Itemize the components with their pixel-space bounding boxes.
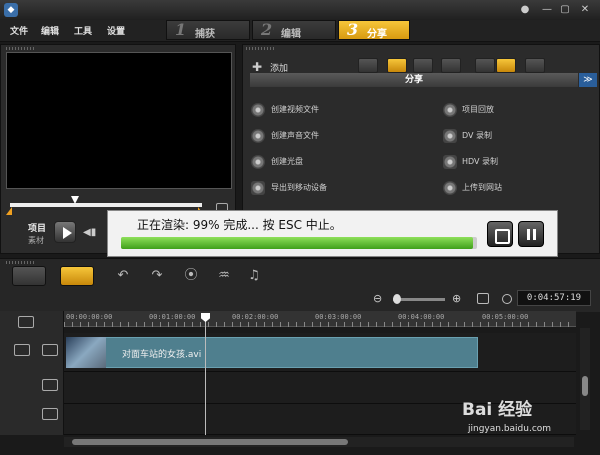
clip-mode-label[interactable]: 素材 xyxy=(28,235,44,246)
disc-icon xyxy=(251,155,265,169)
create-video-file[interactable]: 创建视频文件 xyxy=(271,104,319,115)
menu-edit[interactable]: 编辑 xyxy=(41,24,59,37)
tab-capture-label: 捕获 xyxy=(195,29,215,40)
dv-record[interactable]: DV 录制 xyxy=(462,130,492,141)
clip-thumbnail xyxy=(66,337,106,368)
create-disc[interactable]: 创建光盘 xyxy=(271,156,303,167)
minimize-icon[interactable]: — xyxy=(540,4,554,16)
title-bar xyxy=(0,0,600,20)
image-filter-button[interactable] xyxy=(413,58,433,73)
undo-icon[interactable]: ↶ xyxy=(114,268,132,284)
hdv-record[interactable]: HDV 录制 xyxy=(462,156,498,167)
close-icon[interactable]: ✕ xyxy=(578,4,592,16)
globe-icon xyxy=(443,181,457,195)
step-number: 2 xyxy=(261,20,273,39)
vertical-scroll-thumb[interactable] xyxy=(582,376,588,396)
scrubber-track[interactable] xyxy=(10,203,202,207)
thumbnail-view-button[interactable] xyxy=(496,58,516,73)
project-duration: 0:04:57:19 xyxy=(517,290,591,306)
tab-edit[interactable]: 2 编辑 xyxy=(252,20,336,40)
folder-button[interactable] xyxy=(358,58,378,73)
audio-disc-icon xyxy=(251,129,265,143)
tab-share[interactable]: 3 分享 xyxy=(338,20,410,40)
ruler-label: 00:05:00:00 xyxy=(482,313,529,321)
render-status-text: 正在渲染: 99% 完成... 按 ESC 中止。 xyxy=(137,218,342,232)
mobile-device-icon xyxy=(251,181,265,195)
zoom-slider-handle[interactable] xyxy=(393,294,401,304)
clip-filename: 对面车站的女孩.avi xyxy=(122,350,202,360)
clock-icon xyxy=(502,294,512,304)
panel-grip[interactable] xyxy=(6,47,36,50)
project-mode-label[interactable]: 项目 xyxy=(28,221,46,234)
panel-grip[interactable] xyxy=(6,261,36,264)
film-reel-icon xyxy=(251,103,265,117)
video-track-toggle-icon[interactable] xyxy=(42,344,58,356)
menu-settings[interactable]: 设置 xyxy=(107,24,125,37)
timeline-view-button[interactable] xyxy=(60,266,94,286)
ruler-label: 00:04:00:00 xyxy=(398,313,445,321)
tab-capture[interactable]: 1 捕获 xyxy=(166,20,250,40)
redo-icon[interactable]: ↷ xyxy=(148,268,166,284)
playback-icon xyxy=(443,103,457,117)
list-view-button[interactable] xyxy=(475,58,495,73)
overlay-track-icon[interactable] xyxy=(42,379,58,391)
menu-file[interactable]: 文件 xyxy=(10,24,28,37)
share-header: 分享 xyxy=(250,73,578,87)
pause-button[interactable] xyxy=(518,221,544,247)
zoom-in-icon[interactable]: ⊕ xyxy=(452,292,461,305)
maximize-icon[interactable]: ▢ xyxy=(558,4,572,16)
horizontal-scroll-thumb[interactable] xyxy=(72,439,348,445)
watermark-url: jingyan.baidu.com xyxy=(468,424,552,434)
hdv-camera-icon xyxy=(443,155,457,169)
project-playback[interactable]: 项目回放 xyxy=(462,104,494,115)
fit-project-icon[interactable] xyxy=(477,293,489,304)
play-button[interactable] xyxy=(54,221,76,243)
title-track-icon[interactable] xyxy=(42,408,58,420)
create-audio-file[interactable]: 创建声音文件 xyxy=(271,130,319,141)
video-track-icon[interactable] xyxy=(14,344,30,356)
go-to-start-icon[interactable]: ◀▮ xyxy=(83,227,96,239)
panel-grip[interactable] xyxy=(246,47,276,50)
ruler-label: 00:02:00:00 xyxy=(232,313,279,321)
preview-screen xyxy=(6,52,232,189)
playhead-line[interactable] xyxy=(205,318,206,435)
tab-edit-label: 编辑 xyxy=(281,29,301,40)
audio-mixer-icon[interactable]: ♒ xyxy=(215,268,233,284)
preview-toggle-button[interactable] xyxy=(487,221,513,247)
step-number: 1 xyxy=(175,20,187,39)
ruler-label: 00:01:00:00 xyxy=(149,313,196,321)
zoom-out-icon[interactable]: ⊖ xyxy=(373,292,382,305)
upload-to-web[interactable]: 上传到网站 xyxy=(462,182,502,193)
auto-music-icon[interactable]: ♫ xyxy=(245,268,263,284)
app-logo-icon: ◆ xyxy=(4,3,18,17)
progress-fill xyxy=(121,237,474,249)
audio-filter-button[interactable] xyxy=(441,58,461,73)
record-capture-icon[interactable]: ⦿ xyxy=(182,268,200,284)
step-number: 3 xyxy=(347,20,359,39)
menu-tools[interactable]: 工具 xyxy=(74,24,92,37)
ruler-label: 00:03:00:00 xyxy=(315,313,362,321)
ruler-label: 00:00:00:00 xyxy=(66,313,113,321)
video-filter-button[interactable] xyxy=(387,58,407,73)
watermark-logo: Bai 经验 xyxy=(462,400,533,420)
dv-camera-icon xyxy=(443,129,457,143)
add-icon[interactable]: ✚ xyxy=(252,60,262,74)
collapse-icon[interactable]: ≫ xyxy=(579,73,597,87)
storyboard-view-button[interactable] xyxy=(12,266,46,286)
export-to-mobile[interactable]: 导出到移动设备 xyxy=(271,182,327,193)
ruler-ticks xyxy=(64,322,576,327)
track-manager-icon[interactable] xyxy=(18,316,34,328)
help-icon[interactable]: ● xyxy=(518,4,532,16)
tab-share-label: 分享 xyxy=(367,29,387,40)
sort-button[interactable] xyxy=(525,58,545,73)
